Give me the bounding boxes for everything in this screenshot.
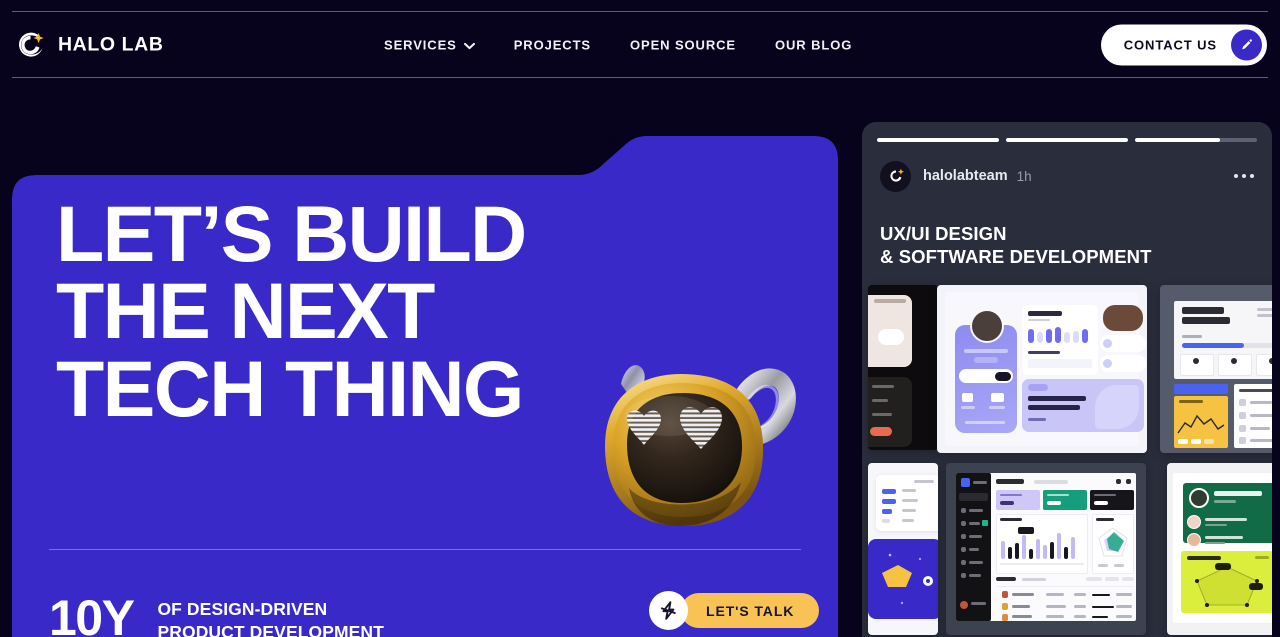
story-timestamp: 1h [1016, 168, 1032, 184]
lets-talk-label: LET'S TALK [706, 602, 795, 619]
story-title-line: UX/UI DESIGN [880, 223, 1007, 244]
main-nav: SERVICES PROJECTS OPEN SOURCE OUR BLOG [384, 37, 852, 52]
instagram-story-panel: halolabteam 1h UX/UI DESIGN & SOFTWARE D… [862, 122, 1272, 637]
more-dots-icon[interactable] [1232, 168, 1256, 184]
halo-arc-star-icon [14, 28, 47, 61]
nav-item-services[interactable]: SERVICES [384, 37, 475, 52]
nav-item-open-source[interactable]: OPEN SOURCE [630, 37, 736, 52]
pen-icon [1231, 29, 1262, 60]
story-progress-segment[interactable] [877, 138, 999, 142]
nav-item-projects[interactable]: PROJECTS [514, 37, 591, 52]
hero-divider [49, 549, 801, 550]
avatar[interactable] [880, 160, 911, 192]
hero-subtitle-line: OF DESIGN-DRIVEN [157, 599, 328, 619]
nav-item-label: OPEN SOURCE [630, 37, 736, 52]
site-header: HALO LAB SERVICES PROJECTS OPEN SOURCE O… [0, 0, 1280, 90]
contact-us-button[interactable]: CONTACT US [1100, 24, 1267, 65]
mobile-app-dark-mock[interactable] [868, 285, 938, 450]
meeting-green-mock[interactable]: Luna project meeting [1167, 463, 1272, 635]
hero-footer: 10Y OF DESIGN-DRIVEN PRODUCT DEVELOPMENT… [49, 577, 820, 637]
logo-text: HALO LAB [58, 33, 164, 55]
page-root: HALO LAB SERVICES PROJECTS OPEN SOURCE O… [0, 0, 1280, 637]
story-title-line: & SOFTWARE DEVELOPMENT [880, 246, 1152, 268]
tasks-progress-mock[interactable]: TASKS PROGRESS. [1160, 285, 1272, 453]
story-title: UX/UI DESIGN & SOFTWARE DEVELOPMENT [880, 222, 1260, 268]
story-header: halolabteam 1h [880, 157, 1256, 195]
lightning-bolt-icon [649, 591, 688, 630]
hero-years-stat: 10Y [49, 590, 135, 637]
lets-talk-button[interactable]: LET'S TALK [649, 591, 820, 630]
lets-talk-pill[interactable]: LET'S TALK [681, 593, 820, 628]
hero-headline: LET’S BUILD THE NEXT TECH THING [56, 189, 796, 433]
nav-item-label: PROJECTS [513, 37, 591, 52]
story-username[interactable]: halolabteam [923, 168, 1008, 184]
story-progress-segment[interactable] [1135, 138, 1257, 142]
hero-card: LET’S BUILD THE NEXT TECH THING 10Y OF D… [12, 122, 838, 637]
nav-item-label: SERVICES [384, 37, 457, 52]
chevron-down-icon [463, 37, 475, 52]
story-progress-segment[interactable] [1006, 138, 1128, 142]
hero-headline-line: THE NEXT [56, 266, 435, 356]
list-widget-light-mock[interactable] [868, 463, 938, 635]
story-project-grid: Check full package: 9 basic health tests [862, 285, 1272, 637]
nav-item-our-blog[interactable]: OUR BLOG [775, 37, 852, 52]
hero-headline-line: LET’S BUILD [56, 189, 527, 278]
logo[interactable]: HALO LAB [14, 28, 164, 61]
hero-subtitle: OF DESIGN-DRIVEN PRODUCT DEVELOPMENT [157, 598, 384, 637]
nav-item-label: OUR BLOG [774, 37, 853, 52]
contact-us-label: CONTACT US [1123, 37, 1217, 52]
header-divider-bottom [12, 77, 1268, 78]
hero-headline-line: TECH THING [56, 343, 524, 433]
story-progress-bars [877, 138, 1257, 142]
hero-subtitle-line: PRODUCT DEVELOPMENT [157, 622, 384, 637]
analytics-dashboard-dark-mock[interactable]: Dashboard [946, 463, 1146, 635]
health-dashboard-mock[interactable]: Check full package: 9 basic health tests [937, 285, 1147, 453]
